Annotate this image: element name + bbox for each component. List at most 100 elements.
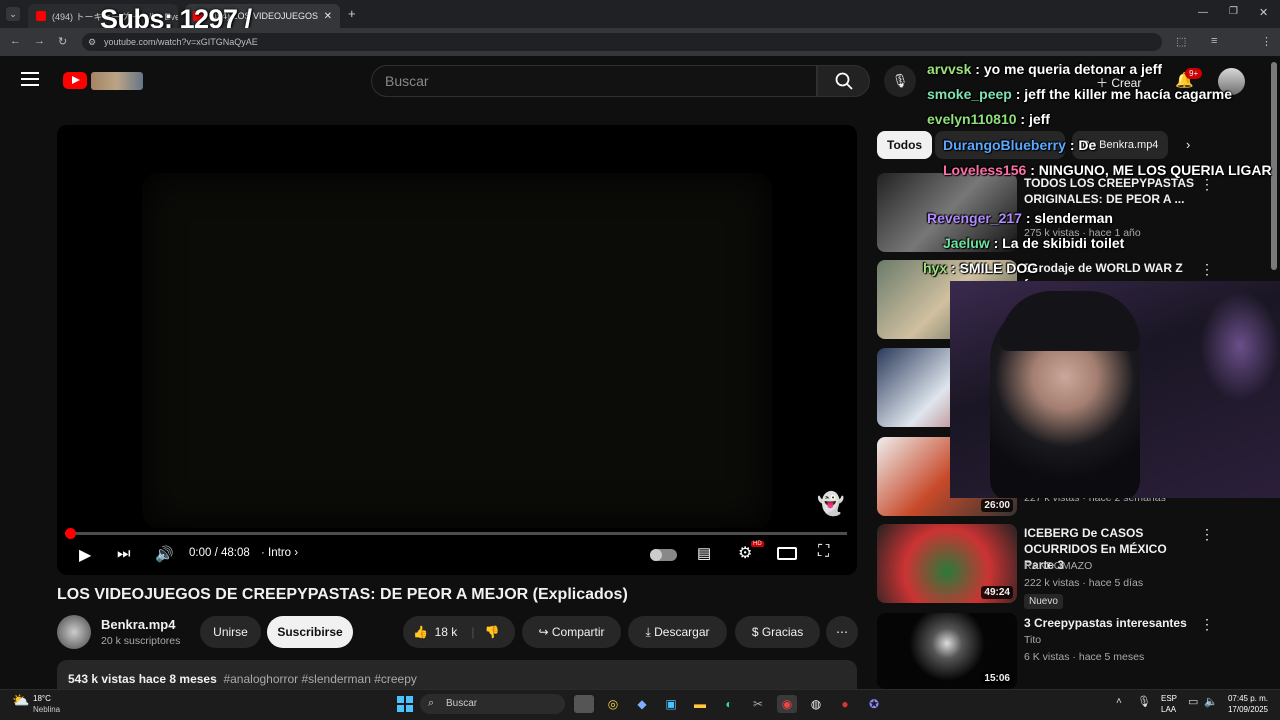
microphone-icon: 🎙 [891, 73, 909, 88]
channel-avatar[interactable] [57, 615, 91, 649]
join-button[interactable]: Unirse [200, 616, 261, 648]
maximize-icon[interactable]: ❐ [1229, 6, 1238, 17]
reload-icon[interactable]: ↻ [58, 35, 67, 48]
app-icon-red[interactable]: ● [835, 695, 855, 713]
chips-next-icon[interactable]: › [1186, 137, 1190, 152]
more-actions-icon[interactable]: ⋯ [826, 616, 858, 648]
youtube-favicon-icon [36, 11, 46, 21]
progress-bar[interactable] [65, 528, 847, 539]
hamburger-menu-icon[interactable] [21, 72, 39, 86]
close-window-icon[interactable]: ✕ [1259, 6, 1268, 19]
autoplay-toggle[interactable] [650, 549, 677, 561]
voice-search-button[interactable]: 🎙 [884, 65, 916, 97]
url-field[interactable]: ⚙ youtube.com/watch?v=xGITGNaQyAE [82, 33, 1162, 51]
network-icon[interactable]: ▭ [1188, 695, 1198, 708]
video-5-meta: 222 k vistas · hace 5 días [1024, 577, 1144, 589]
video-2-menu-icon[interactable]: ⋮ [1200, 261, 1214, 278]
widget-app-icon[interactable]: ◎ [603, 695, 623, 713]
weather-temp: 18°C [33, 694, 51, 703]
task-view-icon[interactable] [574, 695, 594, 713]
clock-date[interactable]: 17/09/2025 [1226, 705, 1268, 714]
notifications-badge: 9+ [1185, 68, 1203, 79]
back-icon[interactable]: ← [10, 35, 21, 47]
subscribe-button[interactable]: Suscribirse [267, 616, 353, 648]
menu-kebab-icon[interactable]: ⋮ [1261, 35, 1272, 48]
video-6-title[interactable]: 3 Creepypastas interesantes [1024, 615, 1199, 631]
chat-user: Revenger_217 [927, 210, 1022, 226]
chip-all[interactable]: Todos [877, 131, 933, 159]
chat-text: : jeff [1020, 111, 1050, 127]
theater-mode-icon[interactable] [777, 547, 797, 560]
chat-message-8: hyx : SMILE DOG [923, 260, 1038, 276]
video-5-channel[interactable]: RANDOMAZO [1024, 560, 1092, 572]
hashtags[interactable]: #analoghorror #slenderman #creepy [223, 672, 416, 686]
start-windows-icon[interactable] [395, 695, 415, 713]
taskbar-search-text: Buscar [446, 698, 478, 709]
chat-message-2: smoke_peep : jeff the killer me hacía ca… [927, 86, 1232, 102]
clock-time[interactable]: 07:45 p. m. [1226, 694, 1268, 703]
taskbar-search-input[interactable]: ⌕ Buscar [420, 694, 565, 714]
next-icon[interactable]: ⏭ [117, 545, 131, 562]
video-1-title[interactable]: TODOS LOS CREEPYPASTAS ORIGINALES: DE PE… [1024, 175, 1199, 207]
chat-text: : De [1069, 137, 1097, 153]
youtube-logo-icon[interactable] [63, 72, 87, 89]
video-6-meta: 6 K vistas · hace 5 meses [1024, 651, 1145, 663]
snipping-tool-icon[interactable]: ✂ [748, 695, 768, 713]
video-6-channel[interactable]: Tito [1024, 634, 1041, 646]
play-icon[interactable]: ▶ [79, 545, 91, 565]
extensions-icon[interactable]: ⬚ [1176, 35, 1186, 48]
channel-name[interactable]: Benkra.mp4 [101, 617, 175, 632]
thumbnail-5[interactable]: 49:24 [877, 524, 1017, 603]
subscriber-count: 20 k suscriptores [101, 635, 181, 647]
video-player[interactable]: 👻 ▶ ⏭ 🔊 0:00 / 48:08 · Intro › ▤ ⚙ HD ⛶ [57, 125, 857, 575]
keyboard-layout[interactable]: LAA [1161, 705, 1176, 714]
progress-scrubber[interactable] [65, 528, 76, 539]
thanks-label: Gracias [761, 625, 804, 639]
volume-icon[interactable]: 🔊 [155, 545, 174, 563]
thumbnail-6[interactable]: 15:06 [877, 613, 1017, 689]
weather-icon[interactable]: ⛅ [12, 692, 29, 709]
media-icon[interactable]: ≡ [1211, 35, 1217, 47]
share-icon: ↪ [538, 625, 549, 639]
search-input[interactable]: Buscar [371, 65, 817, 97]
tab-list-icon[interactable]: ⌄ [6, 7, 20, 21]
chrome-taskbar-icon[interactable]: ◉ [777, 695, 797, 713]
settings-gear-icon[interactable]: ⚙ [738, 543, 752, 563]
chat-message-3: evelyn110810 : jeff [927, 111, 1050, 127]
video-6-menu-icon[interactable]: ⋮ [1200, 616, 1214, 633]
minimize-icon[interactable]: — [1198, 7, 1208, 18]
chapter-label[interactable]: · Intro › [261, 547, 298, 559]
language-code[interactable]: ESP [1161, 694, 1177, 703]
file-explorer-icon[interactable]: ▬ [690, 695, 710, 713]
store-icon[interactable]: ▣ [661, 695, 681, 713]
obs-icon[interactable]: ◍ [806, 695, 826, 713]
speaker-icon[interactable]: 🔈 [1204, 695, 1218, 708]
chat-user: smoke_peep [927, 86, 1012, 102]
video-5-duration: 49:24 [981, 586, 1013, 599]
download-button[interactable]: ⤓ Descargar [628, 616, 727, 648]
chat-message-1: arvvsk : yo me queria detonar a jeff [927, 61, 1162, 77]
fullscreen-icon[interactable]: ⛶ [818, 543, 829, 561]
forward-icon[interactable]: → [34, 35, 45, 47]
like-icon[interactable]: 👍 [413, 625, 428, 639]
new-badge: Nuevo [1024, 594, 1063, 609]
site-info-icon[interactable]: ⚙ [88, 33, 96, 51]
search-button[interactable] [817, 65, 870, 97]
edge-browser-icon[interactable]: ◐ [719, 695, 739, 713]
chat-user: evelyn110810 [927, 111, 1017, 127]
subtitles-icon[interactable]: ▤ [697, 544, 711, 562]
dislike-icon[interactable]: 👎 [484, 625, 499, 639]
like-count[interactable]: 18 k [435, 625, 458, 639]
tray-mic-icon[interactable]: 🎙 [1137, 695, 1151, 708]
time-display: 0:00 / 48:08 [189, 547, 250, 559]
video-1-menu-icon[interactable]: ⋮ [1200, 176, 1214, 193]
chat-message-6: Revenger_217 : slenderman [927, 210, 1113, 226]
share-button[interactable]: ↪ Compartir [522, 616, 621, 648]
discord-icon[interactable]: ✪ [864, 695, 884, 713]
new-tab-icon[interactable]: + [348, 6, 356, 21]
thanks-button[interactable]: $ Gracias [735, 616, 820, 648]
video-5-menu-icon[interactable]: ⋮ [1200, 526, 1214, 543]
copilot-icon[interactable]: ◆ [632, 695, 652, 713]
close-tab-icon[interactable]: ✕ [318, 11, 332, 22]
tray-overflow-icon[interactable]: ˄ [1116, 696, 1122, 707]
